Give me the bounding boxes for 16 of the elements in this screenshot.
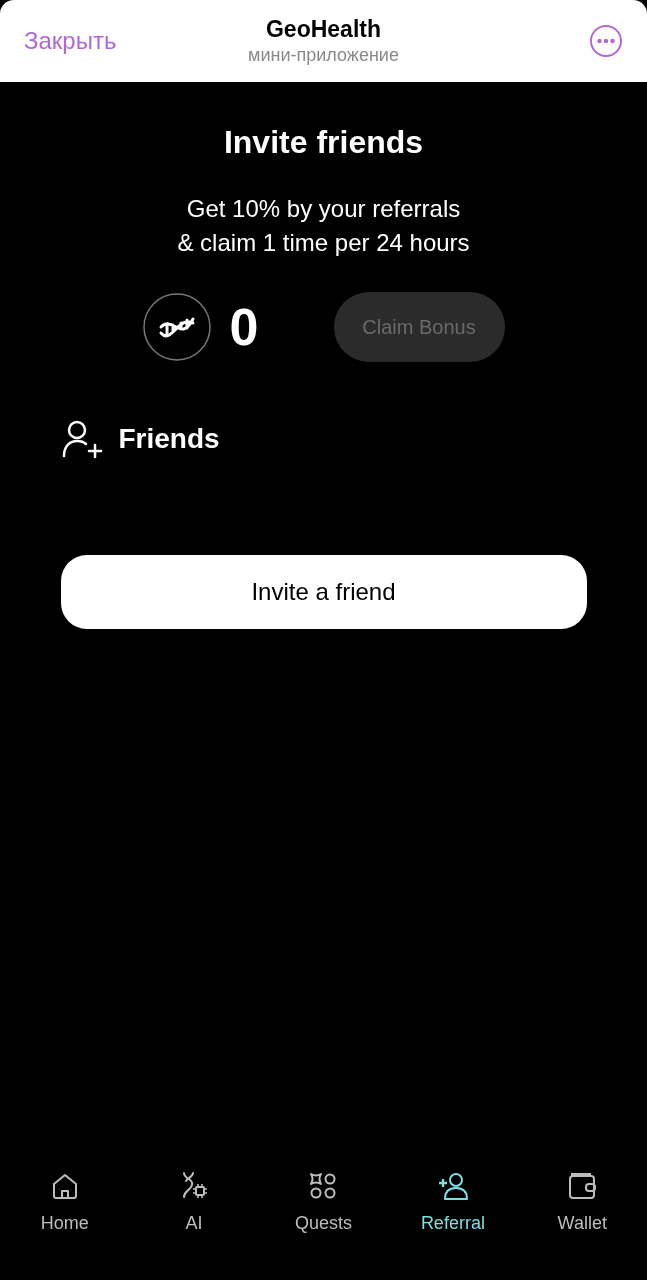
app-subtitle: мини-приложение [248,44,399,67]
add-user-icon [60,419,105,459]
page-title: Invite friends [223,123,424,162]
description-line: Get 10% by your referrals [186,194,461,224]
balance-value: 0 [229,297,259,358]
description-line: & claim 1 time per 24 hours [177,228,470,258]
app-title: GeoHealth [266,15,381,45]
invite-friend-button[interactable]: Invite a friend [60,555,587,629]
more-icon[interactable] [589,24,623,58]
nav-tab[interactable]: Home [40,1210,89,1237]
nav-tab[interactable]: Referral [420,1210,485,1237]
close-link[interactable]: Закрыть [24,23,144,59]
friends-heading: Friends [118,422,220,456]
nav-tab[interactable]: Wallet [557,1210,607,1237]
nav-tab[interactable]: Quests [294,1210,352,1237]
nav-tab[interactable]: AI [185,1210,203,1237]
